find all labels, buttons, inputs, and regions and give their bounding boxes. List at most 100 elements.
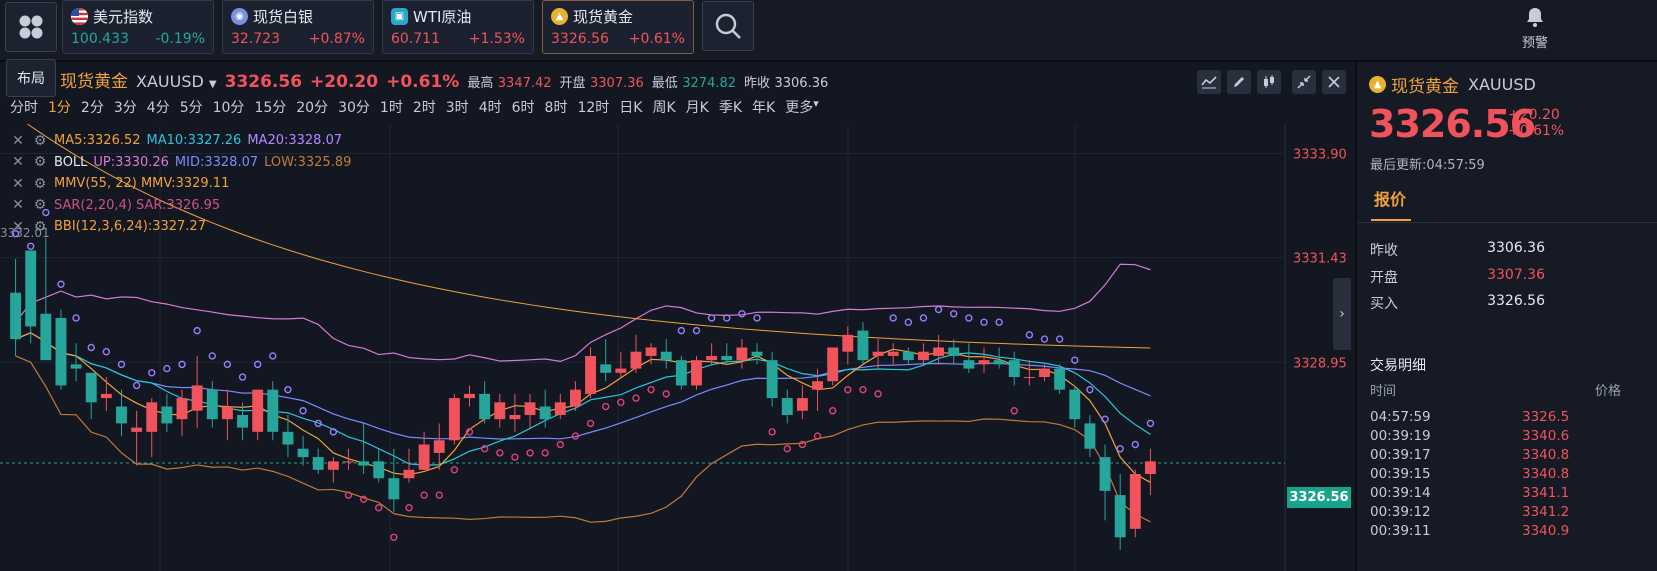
sar-dot [450, 466, 459, 474]
period-tab[interactable]: 10分 [213, 97, 245, 119]
prev-close-label: 昨收 [744, 76, 771, 91]
alert-button[interactable]: 预警 [1515, 6, 1555, 51]
candle-body [282, 431, 294, 445]
col-price: 价格 [1595, 384, 1622, 399]
period-tab[interactable]: 4分 [147, 97, 170, 119]
sar-dot [435, 491, 443, 499]
period-tab[interactable]: 年K [752, 97, 775, 119]
collapse-button[interactable] [1292, 70, 1316, 94]
y-tick-label: 3331.43 [1293, 252, 1347, 267]
sar-dot [617, 398, 625, 407]
draw-button[interactable] [1227, 70, 1251, 94]
period-tab[interactable]: 5分 [180, 97, 203, 119]
period-tab[interactable]: 更多 [785, 97, 813, 119]
sar-dot [783, 445, 791, 453]
caret-down-icon: ▼ [208, 79, 217, 90]
remove-indicator-icon[interactable]: ✕ [10, 176, 26, 192]
settings-icon[interactable]: ⚙ [32, 133, 48, 149]
sar-dot [1010, 407, 1018, 415]
candle-body [403, 469, 415, 479]
row-label: 昨收 [1370, 243, 1398, 259]
candle-body [615, 368, 627, 373]
candle-body [857, 330, 869, 361]
indicator-button[interactable] [1197, 70, 1221, 94]
settings-icon[interactable]: ⚙ [32, 219, 48, 235]
window-tools [1292, 70, 1346, 94]
close-chart-button[interactable] [1322, 70, 1346, 94]
close-icon [1328, 76, 1340, 88]
trade-time: 00:39:19 [1370, 428, 1431, 444]
candle-body [312, 457, 324, 470]
candle-body [1114, 495, 1126, 538]
chart-type-button[interactable] [1257, 70, 1281, 94]
period-tab[interactable]: 6时 [512, 97, 535, 119]
us-flag-icon [71, 7, 88, 25]
collapse-icon [1297, 75, 1311, 89]
period-tab[interactable]: 15分 [254, 97, 286, 119]
ticker-usd-index[interactable]: 美元指数 100.433 -0.19% [62, 0, 214, 54]
period-tab[interactable]: 季K [719, 97, 742, 119]
sar-dot [26, 242, 35, 250]
layout-button[interactable]: 布局 [6, 59, 56, 97]
period-tab[interactable]: 分时 [10, 97, 38, 119]
remove-indicator-icon[interactable]: ✕ [10, 219, 26, 235]
tab-quote[interactable]: 报价 [1374, 186, 1406, 210]
settings-icon[interactable]: ⚙ [32, 154, 48, 170]
period-tab[interactable]: 20分 [296, 97, 328, 119]
quote-panel: ▲ 现货黄金 XAUUSD 3326.56 +20.20 +0.61% 最后更新… [1355, 62, 1657, 571]
candle-body [464, 393, 475, 399]
period-tab[interactable]: 日K [619, 97, 642, 119]
settings-icon[interactable]: ⚙ [32, 176, 48, 192]
remove-indicator-icon[interactable]: ✕ [10, 133, 26, 149]
sar-dot [707, 314, 716, 322]
period-tab[interactable]: 30分 [338, 97, 370, 119]
expand-panel-button[interactable]: › [1333, 278, 1351, 350]
ticker-name: 现货白银 [253, 7, 314, 26]
period-tab[interactable]: 2时 [413, 97, 436, 119]
sar-dot [798, 440, 807, 449]
settings-icon[interactable]: ⚙ [32, 197, 48, 213]
period-tab[interactable]: 3时 [446, 97, 469, 119]
sar-dot [284, 385, 292, 394]
ticker-name: WTI原油 [413, 7, 472, 26]
boll-lower-line [15, 355, 1151, 523]
search-button[interactable] [702, 1, 754, 51]
ticker-silver[interactable]: ◉ 现货白银 32.723 +0.87% [222, 0, 374, 54]
candle-body [1008, 360, 1020, 378]
trade-price: 3341.1 [1522, 485, 1570, 501]
period-tab[interactable]: 月K [686, 97, 709, 119]
indicator-value: MA10:3327.26 [146, 133, 242, 149]
symbol-name[interactable]: 现货黄金 [60, 67, 128, 92]
trade-row: 00:39:17 3340.8 [1370, 447, 1657, 466]
candle-body [781, 398, 793, 415]
period-tab[interactable]: 1时 [380, 97, 403, 119]
apps-menu-button[interactable] [5, 2, 57, 52]
period-tab[interactable]: 4时 [479, 97, 502, 119]
period-tab[interactable]: 1分 [48, 97, 71, 119]
sar-dot [662, 390, 670, 398]
caret-down-icon: ▾ [813, 97, 819, 110]
ticker-wti-oil[interactable]: ▣ WTI原油 60.711 +1.53% [382, 0, 534, 54]
candle-body [131, 427, 143, 432]
period-tab[interactable]: 2分 [81, 97, 104, 119]
period-tab[interactable]: 12时 [577, 97, 609, 119]
trade-time: 00:39:14 [1370, 485, 1431, 501]
quote-change: +20.20 [1508, 107, 1560, 123]
gold-coin-icon: ▲ [551, 7, 568, 25]
sar-dot [102, 348, 111, 356]
sar-dot [874, 390, 882, 398]
candle-body [600, 364, 612, 373]
sar-dot [511, 453, 519, 461]
period-tab[interactable]: 8时 [545, 97, 568, 119]
sar-dot [148, 369, 156, 377]
period-tab[interactable]: 周K [652, 97, 675, 119]
remove-indicator-icon[interactable]: ✕ [10, 197, 26, 213]
trades-title: 交易明细 [1370, 358, 1426, 374]
sar-dot [919, 314, 928, 322]
row-value: 3326.56 [1487, 293, 1545, 309]
period-tab[interactable]: 3分 [114, 97, 137, 119]
trade-price: 3340.9 [1522, 523, 1570, 539]
symbol-code[interactable]: XAUUSD ▼ [136, 72, 217, 91]
remove-indicator-icon[interactable]: ✕ [10, 154, 26, 170]
ticker-gold[interactable]: ▲ 现货黄金 3326.56 +0.61% [542, 0, 694, 54]
